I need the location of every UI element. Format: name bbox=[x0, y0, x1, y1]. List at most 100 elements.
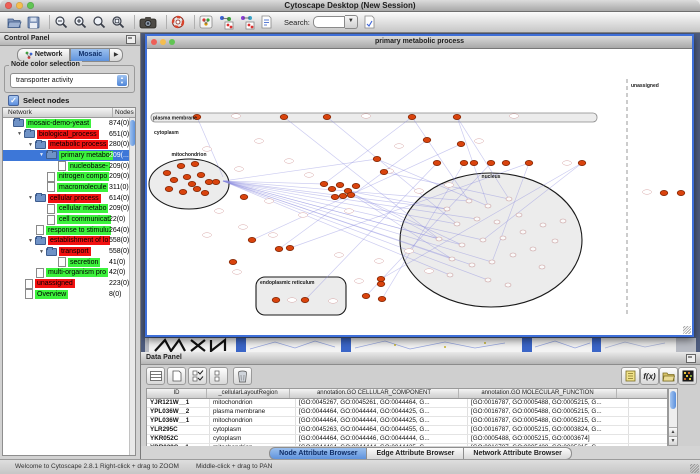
tree-row[interactable]: macromolecule311(0) bbox=[3, 182, 135, 193]
table-row[interactable]: YPL036W__2plasma membrane[GO:0044464, GO… bbox=[147, 408, 667, 417]
network-node-selected[interactable] bbox=[170, 177, 178, 182]
network-node-selected[interactable] bbox=[578, 160, 586, 165]
network-node-selected[interactable] bbox=[179, 189, 187, 194]
window-titlebar[interactable]: Cytoscape Desktop (New Session) bbox=[0, 0, 700, 12]
expand-arrow-icon[interactable]: ▼ bbox=[39, 150, 46, 160]
tab-mosaic[interactable]: Mosaic bbox=[70, 48, 110, 62]
search-dropdown-arrow[interactable]: ▼ bbox=[345, 15, 358, 29]
network-node[interactable] bbox=[489, 260, 495, 264]
network-node-selected[interactable] bbox=[525, 160, 533, 165]
table-column-header[interactable]: annotation.GO MOLECULAR_FUNCTION bbox=[459, 389, 617, 398]
select-attributes-button[interactable] bbox=[188, 367, 207, 385]
float-data-panel-icon[interactable] bbox=[686, 354, 696, 363]
table-row[interactable]: YLR295Ccytoplasm[GO:0045263, GO:0044464,… bbox=[147, 426, 667, 435]
new-attribute-button[interactable] bbox=[167, 367, 186, 385]
tree-column-network[interactable]: Network bbox=[3, 108, 113, 117]
network-node[interactable] bbox=[449, 257, 455, 261]
network-node-selected[interactable] bbox=[275, 246, 283, 251]
tree-row[interactable]: secretion41(0) bbox=[3, 257, 135, 268]
network-node-selected[interactable] bbox=[212, 179, 220, 184]
network-node[interactable] bbox=[516, 213, 522, 217]
tab-network[interactable]: Network bbox=[17, 48, 71, 62]
network-node-selected[interactable] bbox=[328, 186, 336, 191]
open-button[interactable] bbox=[7, 13, 22, 31]
node-color-dropdown[interactable]: transporter activity ▲▼ bbox=[10, 73, 129, 88]
tree-row[interactable]: cell communicat22(0) bbox=[3, 214, 135, 225]
network-node[interactable] bbox=[447, 273, 453, 277]
network-node-selected[interactable] bbox=[470, 160, 478, 165]
expand-arrow-icon[interactable]: ▼ bbox=[39, 247, 46, 257]
network-node[interactable] bbox=[469, 263, 475, 267]
table-column-header[interactable]: ID bbox=[147, 389, 207, 398]
tree-row[interactable]: ▼biological_process651(0) bbox=[3, 129, 135, 140]
network-node[interactable] bbox=[444, 207, 450, 211]
network-node-selected[interactable] bbox=[677, 190, 685, 195]
tree-scrollbar[interactable] bbox=[129, 118, 135, 455]
network-node-selected[interactable] bbox=[423, 137, 431, 142]
network-node[interactable] bbox=[436, 237, 442, 241]
zoom-window-icon[interactable] bbox=[27, 2, 34, 9]
network-node-selected[interactable] bbox=[272, 297, 280, 302]
network-node-selected[interactable] bbox=[280, 114, 288, 119]
tree-row[interactable]: ▼primary metabol209(... bbox=[3, 150, 135, 161]
network-view-window[interactable]: primary metabolic process plasma membran… bbox=[145, 34, 694, 337]
network-node[interactable] bbox=[485, 204, 491, 208]
tab-network-attribute-browser[interactable]: Network Attribute Browser bbox=[464, 447, 571, 460]
canvas-resize-grip[interactable] bbox=[683, 326, 691, 334]
network-node-selected[interactable] bbox=[453, 114, 461, 119]
save-button[interactable] bbox=[27, 13, 40, 31]
network-node-selected[interactable] bbox=[177, 163, 185, 168]
network-node-selected[interactable] bbox=[201, 190, 209, 195]
float-panel-icon[interactable] bbox=[126, 35, 136, 44]
network-node-selected[interactable] bbox=[377, 281, 385, 286]
attribute-table-button[interactable] bbox=[146, 367, 165, 385]
attribute-editor-button[interactable] bbox=[621, 367, 640, 385]
tree-row[interactable]: response to stimulu264(0) bbox=[3, 225, 135, 236]
network-node-selected[interactable] bbox=[408, 114, 416, 119]
select-nodes-checkbox[interactable]: ✓ bbox=[8, 95, 19, 106]
network-node[interactable] bbox=[560, 219, 566, 223]
expand-arrow-icon[interactable]: ▼ bbox=[28, 236, 35, 246]
help-button[interactable] bbox=[171, 13, 185, 31]
search-input[interactable] bbox=[313, 16, 345, 28]
expand-arrow-icon[interactable]: ▼ bbox=[17, 129, 24, 139]
tree-row[interactable]: Overview8(0) bbox=[3, 289, 135, 300]
network-canvas[interactable]: plasma membranecytoplasmmitochondrionnuc… bbox=[147, 49, 692, 335]
network-node-selected[interactable] bbox=[362, 293, 370, 298]
network-node-selected[interactable] bbox=[460, 160, 468, 165]
network-node-selected[interactable] bbox=[380, 169, 388, 174]
scroll-down-icon[interactable]: ▼ bbox=[669, 436, 677, 445]
tree-column-nodes[interactable]: Nodes bbox=[113, 108, 135, 117]
expand-arrow-icon[interactable]: ▼ bbox=[28, 140, 35, 150]
matrix-view-button[interactable] bbox=[678, 367, 697, 385]
table-scrollbar[interactable]: ▲ ▼ bbox=[668, 388, 678, 446]
tree-row[interactable]: nucleobase-209(0) bbox=[3, 161, 135, 172]
network-node-selected[interactable] bbox=[163, 170, 171, 175]
close-icon[interactable] bbox=[5, 2, 12, 9]
minimize-icon[interactable] bbox=[16, 2, 23, 9]
network-node-selected[interactable] bbox=[191, 161, 199, 166]
network-node[interactable] bbox=[485, 278, 491, 282]
network-node-selected[interactable] bbox=[502, 160, 510, 165]
table-column-header[interactable]: _cellularLayoutRegion bbox=[207, 389, 290, 398]
tree-row[interactable]: ▼cellular process614(0) bbox=[3, 193, 135, 204]
zoom-in-button[interactable] bbox=[73, 13, 87, 31]
advanced-search-button[interactable] bbox=[363, 13, 376, 31]
network-node-selected[interactable] bbox=[347, 192, 355, 197]
network-node[interactable] bbox=[552, 239, 558, 243]
network-node-selected[interactable] bbox=[240, 194, 248, 199]
tree-row[interactable]: ▼transport558(0) bbox=[3, 246, 135, 257]
network-node[interactable] bbox=[494, 220, 500, 224]
network-node[interactable] bbox=[459, 243, 465, 247]
annotation-button[interactable] bbox=[260, 13, 273, 31]
network-canvas-svg[interactable]: plasma membranecytoplasmmitochondrionnuc… bbox=[147, 49, 692, 335]
frame-minimize-icon[interactable] bbox=[160, 39, 166, 45]
network-node-selected[interactable] bbox=[165, 186, 173, 191]
network-node-selected[interactable] bbox=[320, 181, 328, 186]
network-node-selected[interactable] bbox=[336, 182, 344, 187]
frame-zoom-icon[interactable] bbox=[169, 39, 175, 45]
network-link-a-button[interactable] bbox=[218, 13, 234, 31]
network-node-selected[interactable] bbox=[188, 181, 196, 186]
network-node[interactable] bbox=[510, 253, 516, 257]
network-node[interactable] bbox=[506, 197, 512, 201]
